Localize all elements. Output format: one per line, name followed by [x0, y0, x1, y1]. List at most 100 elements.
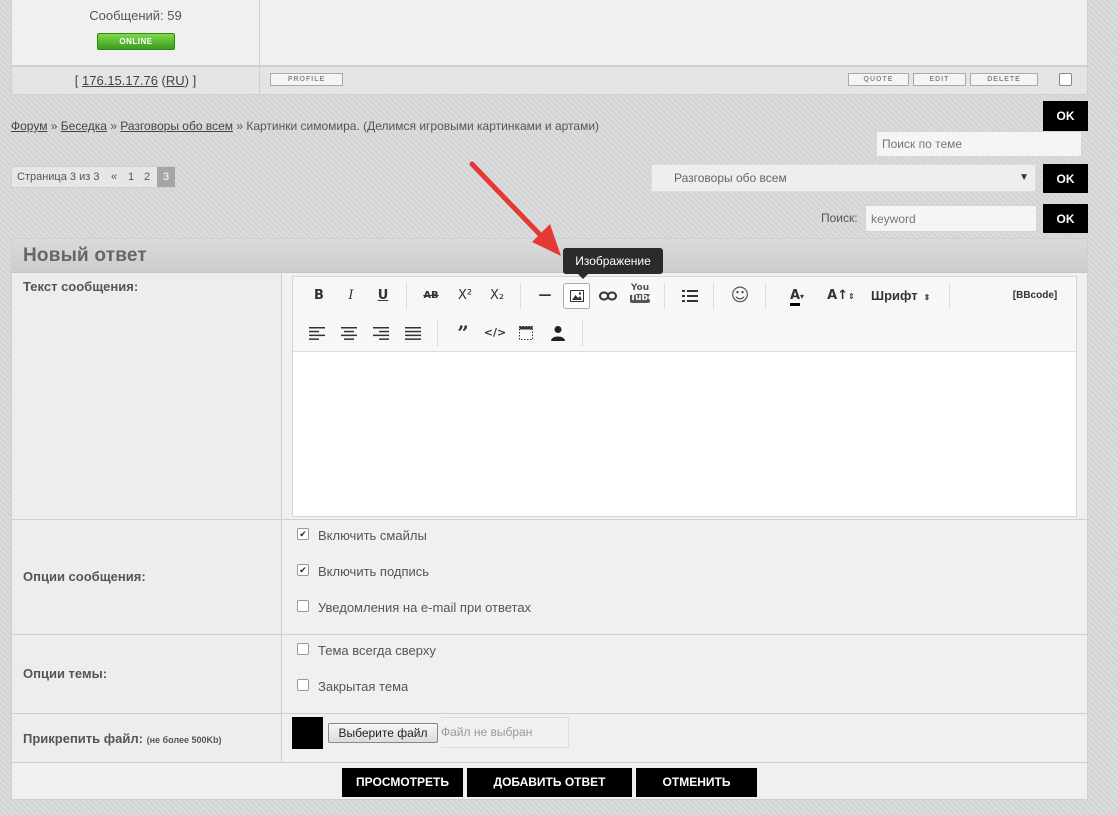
pagination-page-1[interactable]: 1	[128, 167, 134, 187]
topic-search-ok-button[interactable]: OK	[1043, 101, 1088, 131]
sticky-topic-label: Тема всегда сверху	[318, 643, 436, 658]
youtube-icon-top: You	[630, 283, 650, 293]
align-justify-button[interactable]	[400, 320, 426, 346]
align-justify-icon	[405, 327, 421, 340]
toolbar-separator	[765, 283, 766, 309]
breadcrumb-section[interactable]: Беседка	[61, 119, 107, 133]
underline-button[interactable]: U	[370, 283, 396, 309]
bbcode-toggle-button[interactable]: [BBcode]	[1005, 283, 1065, 309]
image-tooltip: Изображение	[563, 248, 663, 279]
delete-button[interactable]: DELETE	[970, 73, 1038, 86]
message-count: Сообщений: 59	[89, 8, 182, 23]
cancel-button[interactable]: ОТМЕНИТЬ	[636, 768, 757, 797]
smiley-icon[interactable]: ☺	[727, 283, 753, 309]
user-mention-button[interactable]	[545, 320, 571, 346]
align-center-button[interactable]	[336, 320, 362, 346]
text-label-cell	[12, 273, 282, 520]
quote-icon[interactable]: ”	[450, 320, 476, 346]
strikethrough-button[interactable]: AB	[418, 283, 444, 309]
post-actions-bar: [ 176.15.17.76 (RU) ] PROFILE QUOTE EDIT…	[11, 66, 1088, 95]
superscript-button[interactable]: X²	[452, 283, 478, 309]
italic-button[interactable]: I	[338, 283, 364, 309]
author-info: Сообщений: 59 ONLINE	[12, 0, 260, 65]
font-family-select[interactable]: Шрифт ⇕	[871, 283, 937, 309]
toolbar-separator	[520, 283, 521, 309]
message-textarea[interactable]	[293, 352, 1076, 516]
ip-link[interactable]: 176.15.17.76	[82, 73, 158, 88]
message-editor: B I U AB X² X₂ — You Tube ☺ A▾ A↑⇕ Шрифт…	[292, 276, 1077, 517]
submit-reply-button[interactable]: ДОБАВИТЬ ОТВЕТ	[467, 768, 632, 797]
enable-signature-label: Включить подпись	[318, 564, 430, 579]
list-button[interactable]	[677, 283, 703, 309]
sticky-topic-checkbox[interactable]	[297, 643, 309, 655]
enable-signature-checkbox[interactable]: ✔	[297, 564, 309, 576]
pagination: Страница 3 из 3 « 1 2 3	[11, 166, 175, 188]
preview-button[interactable]: ПРОСМОТРЕТЬ	[342, 768, 463, 797]
horizontal-rule-button[interactable]: —	[532, 283, 558, 309]
quote-button[interactable]: QUOTE	[848, 73, 909, 86]
topic-options-label: Опции темы:	[23, 666, 108, 681]
align-center-icon	[341, 327, 357, 340]
pagination-page-2[interactable]: 2	[144, 167, 150, 187]
reply-form-title: Новый ответ	[23, 245, 147, 266]
search-input[interactable]	[865, 205, 1037, 232]
spoiler-button[interactable]	[513, 320, 539, 346]
email-notify-label: Уведомления на e-mail при ответах	[318, 600, 532, 615]
align-left-button[interactable]	[304, 320, 330, 346]
options-label: Опции сообщения:	[23, 569, 146, 584]
forum-jump-ok-button[interactable]: OK	[1043, 164, 1088, 193]
country-open: (	[157, 73, 166, 88]
subscript-button[interactable]: X₂	[484, 283, 510, 309]
font-size-button[interactable]: A↑⇕	[824, 283, 858, 309]
align-right-icon	[373, 327, 389, 340]
profile-button[interactable]: PROFILE	[270, 73, 343, 86]
attach-limit-note: (не более 500Kb)	[146, 735, 222, 745]
font-color-button[interactable]: A▾	[782, 283, 812, 309]
file-preview-box	[292, 717, 323, 749]
reply-form: Новый ответ Текст сообщения: B I U AB X²…	[11, 238, 1088, 800]
search-ok-button[interactable]: OK	[1043, 204, 1088, 233]
attach-label: Прикрепить файл: (не более 500Kb)	[23, 731, 221, 746]
code-icon[interactable]: </>	[482, 320, 508, 346]
choose-file-button[interactable]: Выберите файл	[328, 723, 438, 743]
online-badge: ONLINE	[97, 33, 175, 50]
font-size-icon: A↑	[827, 288, 849, 303]
breadcrumb-separator: »	[106, 119, 121, 133]
editor-toolbar: B I U AB X² X₂ — You Tube ☺ A▾ A↑⇕ Шрифт…	[293, 277, 1076, 352]
pagination-prev[interactable]: «	[111, 167, 117, 187]
toolbar-separator	[664, 283, 665, 309]
file-status: Файл не выбран	[441, 717, 569, 748]
align-left-icon	[309, 327, 325, 340]
breadcrumb-forum[interactable]: Форум	[11, 119, 47, 133]
caret-down-icon: ▾	[800, 292, 805, 301]
toolbar-separator	[582, 320, 583, 346]
image-icon	[569, 290, 584, 302]
align-right-button[interactable]	[368, 320, 394, 346]
youtube-button[interactable]: You Tube	[627, 281, 655, 307]
closed-topic-label: Закрытая тема	[318, 679, 409, 694]
breadcrumb-separator: »	[47, 119, 61, 133]
bold-button[interactable]: B	[306, 283, 332, 309]
country-link[interactable]: RU	[166, 73, 185, 88]
toolbar-separator	[713, 283, 714, 309]
email-notify-checkbox[interactable]	[297, 600, 309, 612]
ip-prefix: [	[74, 73, 83, 88]
youtube-icon-bottom: Tube	[630, 293, 655, 303]
edit-button[interactable]: EDIT	[913, 73, 966, 86]
topic-search-input[interactable]	[876, 131, 1082, 157]
breadcrumb-subsection[interactable]: Разговоры обо всем	[120, 119, 233, 133]
font-color-icon: A	[789, 288, 801, 306]
font-family-label: Шрифт	[871, 288, 918, 303]
enable-smileys-checkbox[interactable]: ✔	[297, 528, 309, 540]
ip-info: [ 176.15.17.76 (RU) ]	[12, 67, 260, 94]
select-post-checkbox[interactable]	[1059, 73, 1072, 86]
spoiler-icon	[519, 326, 533, 340]
closed-topic-checkbox[interactable]	[297, 679, 309, 691]
forum-jump-select[interactable]: Разговоры обо всем ▼	[651, 164, 1036, 192]
insert-link-button[interactable]	[595, 283, 621, 309]
insert-image-button[interactable]	[563, 283, 590, 309]
country-close: ) ]	[184, 73, 197, 88]
pagination-current-page: 3	[157, 167, 175, 187]
user-icon	[551, 326, 565, 341]
enable-smileys-label: Включить смайлы	[318, 528, 427, 543]
